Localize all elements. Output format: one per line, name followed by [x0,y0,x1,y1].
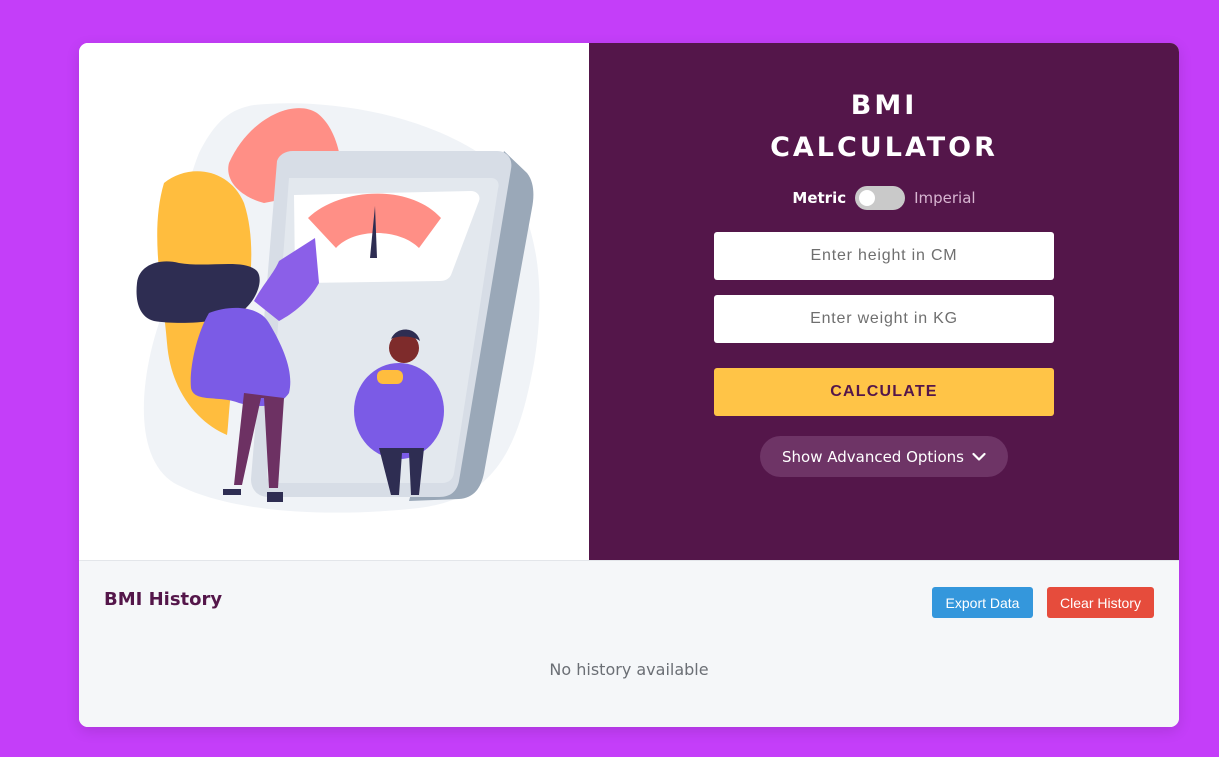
imperial-label[interactable]: Imperial [914,189,975,207]
weight-input[interactable] [714,295,1054,343]
woman-shoe-left [223,489,241,495]
calculator-title: BMI CALCULATOR [589,85,1179,169]
unit-switch[interactable] [855,186,906,210]
man-burger [377,370,403,384]
metric-label[interactable]: Metric [792,189,846,207]
chevron-down-icon [972,452,986,461]
title-line-calculator: CALCULATOR [770,132,998,163]
illustration-panel [79,43,589,560]
bmi-card: BMI CALCULATOR Metric Imperial CALCULATE… [79,43,1179,727]
history-section: BMI History Export Data Clear History No… [79,560,1179,727]
switch-knob [859,190,876,206]
advanced-options-label: Show Advanced Options [782,447,964,466]
unit-toggle: Metric Imperial [589,186,1179,210]
history-title: BMI History [104,589,223,610]
export-data-button[interactable]: Export Data [932,587,1033,618]
clear-history-button[interactable]: Clear History [1047,587,1154,618]
title-line-bmi: BMI [850,90,918,121]
height-input[interactable] [714,232,1054,280]
calculator-panel: BMI CALCULATOR Metric Imperial CALCULATE… [589,43,1179,560]
calculate-button[interactable]: CALCULATE [714,368,1054,416]
show-advanced-options-button[interactable]: Show Advanced Options [760,436,1008,477]
woman-shoe-right [267,492,283,502]
scale-illustration [136,103,540,513]
history-empty-message: No history available [549,660,709,679]
